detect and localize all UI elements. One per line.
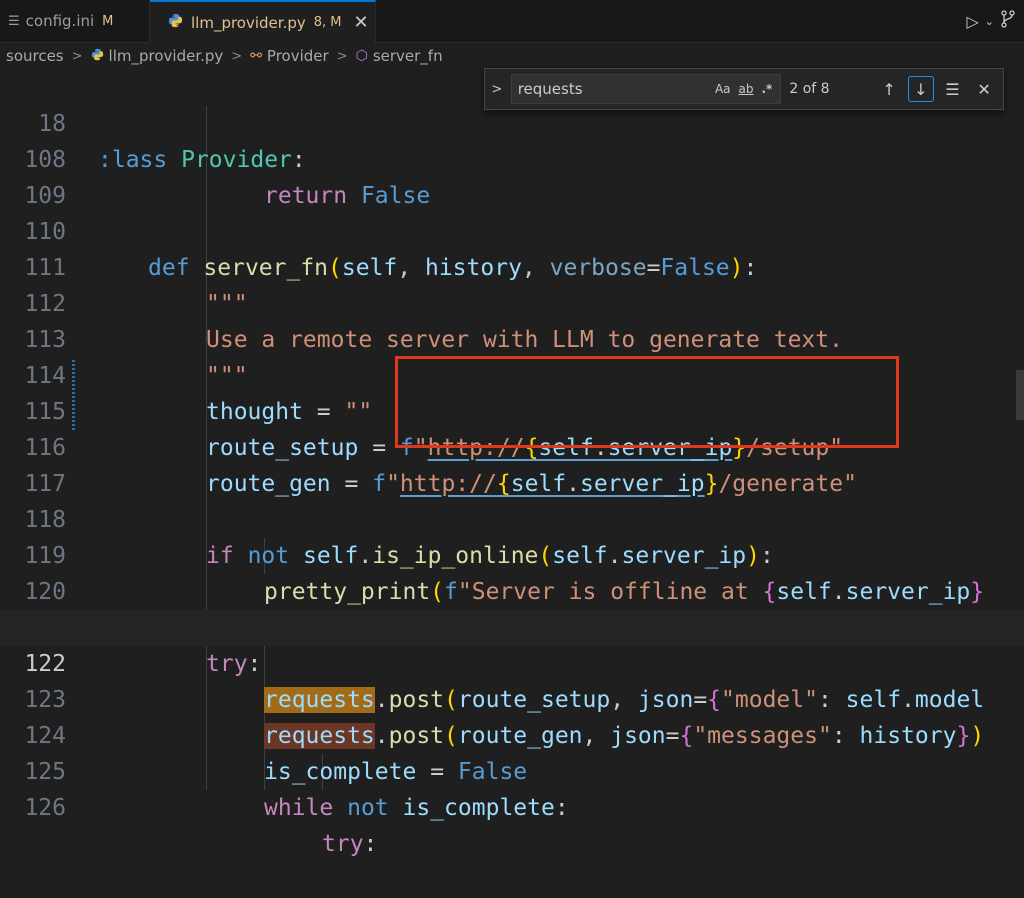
arrow-up-icon[interactable]: ↑ xyxy=(876,76,902,102)
code-line: 112 Use a remote server with LLM to gene… xyxy=(0,250,1024,353)
code-line: 111 """ xyxy=(0,214,1024,317)
editor-actions: ▷ ⌄ xyxy=(966,0,1024,42)
code-line: 120 xyxy=(0,538,1024,605)
close-icon[interactable]: ✕ xyxy=(971,76,997,102)
code-line: 125 while not is_complete: xyxy=(0,718,1024,821)
method-icon: ⬡ xyxy=(355,48,368,64)
annotation-box xyxy=(395,356,899,448)
code-editor[interactable]: 18 :lass Provider: 108 return False 109 … xyxy=(0,70,1024,857)
find-input-container: Aa ab .* xyxy=(510,74,782,104)
close-icon[interactable]: ✕ xyxy=(354,12,369,33)
chevron-right-icon: > xyxy=(71,48,83,64)
code-line: 110 def server_fn(self, history, verbose… xyxy=(0,178,1024,281)
match-count: 2 of 8 xyxy=(789,81,830,97)
python-icon xyxy=(91,48,104,65)
code-line: 118 if not self.is_ip_online(self.server… xyxy=(0,466,1024,569)
code-line: 108 return False xyxy=(0,106,1024,209)
class-icon: ⚯ xyxy=(250,48,262,64)
breadcrumb-item-class[interactable]: Provider xyxy=(267,47,329,65)
toggle-replace-chevron-icon[interactable]: > xyxy=(485,82,509,97)
tab-label: llm_provider.py xyxy=(191,13,306,32)
code-line: 113 """ xyxy=(0,286,1024,389)
code-line: 126 try: xyxy=(0,754,1024,857)
code-line-current: 122 requests.post(route_setup, json={"mo… xyxy=(0,610,1024,713)
match-case-icon[interactable]: Aa xyxy=(715,82,731,96)
tab-label: config.ini xyxy=(25,12,95,30)
code-text: while not is_complete: xyxy=(264,795,569,821)
breadcrumb-item-file[interactable]: llm_provider.py xyxy=(109,47,224,65)
code-line: 123 requests.post(route_gen, json={"mess… xyxy=(0,646,1024,749)
code-line: 109 xyxy=(0,142,1024,209)
find-widget: > Aa ab .* 2 of 8 ↑ ↓ ☰ ✕ xyxy=(484,68,1004,110)
code-line: 121 try: xyxy=(0,574,1024,677)
python-icon xyxy=(168,13,183,32)
code-line: 124 is_complete = False xyxy=(0,682,1024,785)
find-in-selection-icon[interactable]: ☰ xyxy=(940,76,966,102)
whole-word-icon[interactable]: ab xyxy=(739,82,754,96)
tab-modified-badge: M xyxy=(102,13,114,29)
chevron-down-icon[interactable]: ⌄ xyxy=(985,15,994,28)
run-icon[interactable]: ▷ xyxy=(966,12,978,31)
line-number: 126 xyxy=(24,795,66,821)
breadcrumb-item-sources[interactable]: sources xyxy=(6,47,64,65)
source-control-icon[interactable] xyxy=(1000,10,1016,32)
arrow-down-icon[interactable]: ↓ xyxy=(907,76,934,102)
breadcrumb: sources > llm_provider.py > ⚯ Provider >… xyxy=(0,43,1024,69)
lines-icon: ☰ xyxy=(8,13,20,29)
tab-llm-provider-py[interactable]: llm_provider.py 8, M ✕ xyxy=(150,0,376,43)
regex-icon[interactable]: .* xyxy=(762,82,773,96)
breadcrumb-item-method[interactable]: server_fn xyxy=(373,47,443,65)
code-text: try: xyxy=(322,831,378,857)
code-line: 114 thought = "" xyxy=(0,322,1024,425)
tab-problems-badge: 8, M xyxy=(313,15,342,30)
chevron-right-icon: > xyxy=(231,48,243,64)
find-input[interactable] xyxy=(511,79,715,99)
chevron-right-icon: > xyxy=(336,48,348,64)
code-line: 119 pretty_print(f"Server is offline at … xyxy=(0,502,1024,605)
tab-bar: ☰ config.ini M llm_provider.py 8, M ✕ ▷ … xyxy=(0,0,1024,43)
scrollbar-thumb[interactable] xyxy=(1016,370,1024,420)
tab-config-ini[interactable]: ☰ config.ini M xyxy=(0,0,150,42)
